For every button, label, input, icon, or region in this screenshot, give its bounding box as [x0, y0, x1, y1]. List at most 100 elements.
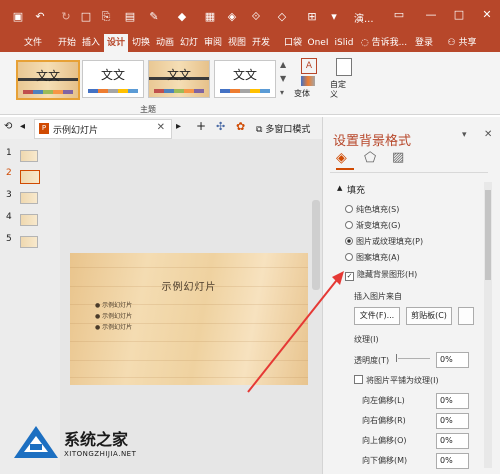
tab-file[interactable]: 文件: [20, 34, 46, 52]
tab-view[interactable]: 视图: [226, 34, 248, 52]
gear-icon[interactable]: ✿: [236, 120, 245, 133]
tab-review[interactable]: 审阅: [202, 34, 224, 52]
tab-pocket[interactable]: 口袋: [282, 34, 304, 52]
gallery-more-icon[interactable]: ▾: [280, 88, 284, 97]
add-tab-icon[interactable]: +: [196, 119, 206, 133]
slide-number: 3: [6, 190, 12, 200]
close-icon[interactable]: ✕: [480, 8, 494, 22]
radio-button[interactable]: [345, 205, 353, 213]
customize-qat-icon[interactable]: ▾: [328, 11, 340, 23]
pen-icon[interactable]: ✎: [148, 11, 160, 23]
tell-me-label: 告诉我...: [371, 38, 408, 48]
fill-section-header[interactable]: 填充: [347, 183, 365, 196]
offset-left-label: 向左偏移(L): [362, 396, 405, 405]
slide-bullet-3[interactable]: ● 示例幻灯片: [95, 322, 132, 331]
pane-options-icon[interactable]: ▾: [462, 130, 467, 140]
tab-home[interactable]: 开始: [56, 34, 78, 52]
active-tab-underline: [336, 168, 354, 170]
transparency-input[interactable]: 0%: [436, 352, 469, 368]
offset-right-input[interactable]: 0%: [436, 413, 469, 429]
pattern-fill-option[interactable]: 图案填充(A): [345, 252, 400, 263]
theme-thumbnail-4[interactable]: 文文: [214, 60, 276, 98]
save-icon[interactable]: ▣: [12, 11, 24, 23]
crop-icon[interactable]: ⟐: [250, 11, 262, 23]
radio-button[interactable]: [345, 221, 353, 229]
close-tab-icon[interactable]: ✕: [157, 122, 165, 133]
watermark-name: 系统之家: [64, 430, 129, 449]
format-painter-icon[interactable]: ⎘: [100, 11, 112, 23]
tab-design[interactable]: 设计: [104, 34, 128, 52]
tab-slideshow[interactable]: 幻灯: [178, 34, 200, 52]
gradient-fill-option[interactable]: 渐变填充(G): [345, 220, 400, 231]
minimize-icon[interactable]: —: [424, 8, 438, 22]
watermark-url: XITONGZHIJIA.NET: [64, 450, 137, 458]
new-slide-icon[interactable]: □: [80, 11, 92, 23]
share-label: 共享: [458, 38, 477, 48]
fill-bucket-icon[interactable]: ◈: [336, 150, 352, 166]
variant-a-icon: A: [301, 58, 317, 74]
gallery-scroll-down-icon[interactable]: ▼: [280, 74, 286, 83]
online-button[interactable]: [458, 307, 474, 325]
outline-view-icon[interactable]: ⟲: [4, 121, 12, 132]
redo-icon[interactable]: ↻: [60, 11, 72, 23]
shapes-icon[interactable]: ◆: [176, 11, 188, 23]
tell-me-box[interactable]: ◌ 告诉我...: [360, 34, 408, 52]
offset-up-input[interactable]: 0%: [436, 433, 469, 449]
tab-insert[interactable]: 插入: [80, 34, 102, 52]
tab-animations[interactable]: 动画: [154, 34, 176, 52]
theme-thumbnail-1[interactable]: 文文: [16, 60, 80, 100]
document-tab[interactable]: P 示例幻灯片 ✕: [34, 119, 172, 139]
multi-window-button[interactable]: ⧉ 多窗口模式: [256, 122, 310, 135]
nav-right-icon[interactable]: ▸: [176, 121, 181, 132]
text-box-icon[interactable]: ▤: [124, 11, 136, 23]
tab-onenote[interactable]: OneI: [306, 34, 330, 52]
document-tab-bar: ⟲ ◂ P 示例幻灯片 ✕ ▸ + ✣ ✿ ⧉ 多窗口模式: [0, 117, 322, 140]
transparency-slider-track[interactable]: [398, 358, 430, 359]
offset-right-label: 向右偏移(R): [362, 416, 406, 425]
offset-left-input[interactable]: 0%: [436, 393, 469, 409]
transparency-slider-thumb[interactable]: [396, 354, 397, 362]
slide-preview: [20, 192, 38, 204]
undo-icon[interactable]: ↶: [34, 11, 46, 23]
tile-texture-option[interactable]: 将图片平铺为纹理(I): [354, 375, 439, 386]
collapse-arrow-icon[interactable]: ▲: [337, 184, 342, 192]
arrange-icon[interactable]: ▦: [204, 11, 216, 23]
file-button[interactable]: 文件(F)...: [354, 307, 400, 325]
offset-down-label: 向下偏移(M): [362, 456, 408, 465]
picture-fill-option[interactable]: 图片或纹理填充(P): [345, 236, 423, 247]
shape-outline-icon[interactable]: ◇: [276, 11, 288, 23]
slide-number: 1: [6, 148, 12, 158]
customize-button[interactable]: 自定 义: [328, 56, 362, 104]
hide-background-option[interactable]: ✓ 隐藏背景图形(H): [345, 269, 417, 281]
picture-icon[interactable]: ▨: [392, 150, 408, 166]
more-icon[interactable]: ◈: [226, 11, 238, 23]
slide-bullet-1[interactable]: ● 示例幻灯片: [95, 300, 132, 309]
clipboard-button[interactable]: 剪贴板(C): [406, 307, 452, 325]
pane-scrollbar-thumb[interactable]: [485, 190, 491, 280]
checkbox[interactable]: [354, 375, 363, 384]
pane-close-icon[interactable]: ✕: [484, 129, 492, 140]
pane-scrollbar[interactable]: [484, 182, 492, 468]
ribbon-display-icon[interactable]: ▭: [392, 8, 406, 22]
theme-thumbnail-2[interactable]: 文文: [82, 60, 144, 98]
radio-button[interactable]: [345, 237, 353, 245]
slide-bullet-2[interactable]: ● 示例幻灯片: [95, 311, 132, 320]
pentagon-effects-icon[interactable]: ⬠: [364, 150, 380, 166]
gallery-scroll-up-icon[interactable]: ▲: [280, 60, 286, 69]
login-link[interactable]: 登录: [412, 34, 436, 52]
theme-thumbnail-3[interactable]: 文文: [148, 60, 210, 98]
share-button[interactable]: ⚇ 共享: [442, 34, 482, 52]
variants-button[interactable]: A 变体: [292, 56, 326, 104]
slide-preview: [20, 150, 38, 162]
tab-developer[interactable]: 开发: [250, 34, 272, 52]
solid-fill-option[interactable]: 纯色填充(S): [345, 204, 399, 215]
tab-islide[interactable]: iSlid: [332, 34, 356, 52]
tab-transitions[interactable]: 切换: [130, 34, 152, 52]
nav-left-icon[interactable]: ◂: [20, 121, 25, 132]
grid-icon[interactable]: ⊞: [306, 11, 318, 23]
offset-down-input[interactable]: 0%: [436, 453, 469, 469]
ribbon-tabs: 文件 开始 插入 设计 切换 动画 幻灯 审阅 视图 开发 口袋 OneI iS…: [0, 34, 500, 52]
maximize-icon[interactable]: □: [452, 8, 466, 22]
radio-button[interactable]: [345, 253, 353, 261]
settings-icon[interactable]: ✣: [216, 120, 225, 133]
